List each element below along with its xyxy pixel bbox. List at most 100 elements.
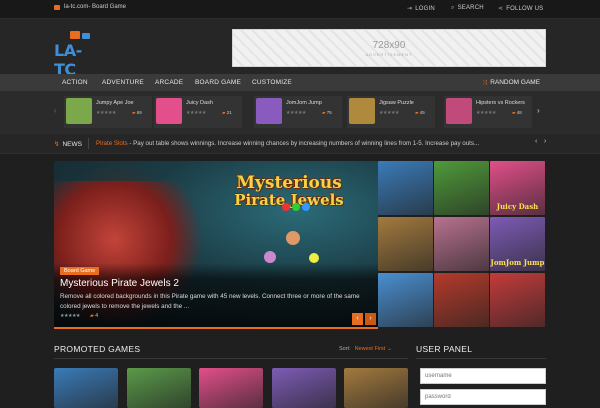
game-name[interactable]: Jigsaw Puzzle	[379, 100, 414, 106]
news-headline[interactable]: Pirate Slots	[96, 140, 128, 147]
promoted-game-tile[interactable]	[127, 368, 191, 408]
follow-label: FOLLOW US	[506, 6, 544, 12]
grid-game-tile[interactable]: Juicy Dash	[490, 161, 545, 215]
grid-game-tile[interactable]	[490, 273, 545, 327]
share-icon: ⋖	[498, 6, 504, 12]
news-label-text: NEWS	[62, 141, 82, 148]
grid-game-tile[interactable]	[434, 273, 489, 327]
grid-game-tile[interactable]	[378, 161, 433, 215]
featured-count-value: 4	[95, 313, 99, 319]
promoted-divider	[54, 358, 408, 359]
rating-stars: ★★★★★	[286, 110, 306, 116]
gem-yellow	[309, 253, 319, 263]
ad-size: 728x90	[372, 40, 406, 51]
shuffle-icon: ⤨	[482, 79, 488, 86]
art-title-line1: Mysterious	[236, 173, 342, 193]
play-count-value: 75	[326, 110, 332, 115]
rating-stars: ★★★★★	[379, 110, 399, 116]
news-prev-icon[interactable]: ‹	[535, 138, 537, 145]
featured-category-tag[interactable]: Board Game	[60, 267, 100, 275]
grid-game-tile[interactable]	[434, 161, 489, 215]
gamepad-icon: ▰	[322, 110, 326, 115]
play-count-value: 45	[419, 110, 425, 115]
game-thumbnail[interactable]	[256, 98, 282, 124]
game-name[interactable]: Juicy Dash	[186, 100, 213, 106]
gamepad-icon: ▰	[415, 110, 419, 115]
featured-play-count: ▰ 4	[90, 313, 98, 319]
game-name[interactable]: Jumpy Ape Joe	[96, 100, 134, 106]
slider-next-button[interactable]: ›	[365, 313, 376, 325]
game-thumbnail[interactable]	[66, 98, 92, 124]
grid-game-tile[interactable]	[378, 217, 433, 271]
chevron-down-icon[interactable]: ⌄	[387, 346, 392, 352]
search-icon: ⌕	[451, 5, 455, 11]
gamepad-icon: ▰	[132, 110, 136, 115]
carousel-game-card[interactable]: JomJom Jump ★★★★★ ▰ 75	[254, 96, 342, 128]
gem-green	[292, 203, 300, 211]
username-input[interactable]	[420, 368, 546, 384]
news-label: ↯ NEWS	[54, 140, 82, 148]
nav-item-arcade[interactable]: ARCADE	[155, 79, 183, 86]
game-name[interactable]: JomJom Jump	[286, 100, 322, 106]
follow-link[interactable]: ⋖ FOLLOW US	[498, 5, 543, 12]
ad-banner[interactable]: 728x90 ADVERTISEMENT	[232, 29, 546, 67]
carousel-game-card[interactable]: Jigsaw Puzzle ★★★★★ ▰ 45	[347, 96, 435, 128]
rating-stars: ★★★★★	[186, 110, 206, 116]
slider-progress-bar	[54, 327, 378, 329]
gamepad-icon: ▰	[512, 110, 516, 115]
promoted-game-tile[interactable]	[54, 368, 118, 408]
play-count: ▰ 75	[322, 110, 332, 116]
featured-title[interactable]: Mysterious Pirate Jewels 2	[60, 278, 179, 289]
search-label: SEARCH	[457, 5, 484, 11]
news-ticker-bar: ↯ NEWS Pirate Slots - Pay out table shows…	[0, 133, 600, 154]
game-thumbnail[interactable]	[446, 98, 472, 124]
bolt-icon: ↯	[54, 141, 60, 148]
gamepad-icon: ▰	[222, 110, 226, 115]
game-thumbnail[interactable]	[156, 98, 182, 124]
password-input[interactable]	[420, 389, 546, 405]
gamepad-icon	[54, 5, 60, 10]
user-panel-divider	[416, 358, 546, 359]
grid-game-tile[interactable]	[434, 217, 489, 271]
gamepad-icon: ▰	[90, 313, 94, 319]
carousel-prev-icon[interactable]: ‹	[54, 106, 57, 115]
grid-game-tile[interactable]: JomJom Jump	[490, 217, 545, 271]
news-ticker[interactable]: Pirate Slots - Pay out table shows winni…	[96, 140, 521, 147]
carousel-game-card[interactable]: Hipsters vs Rockers ★★★★★ ▰ 48	[444, 96, 532, 128]
play-count-value: 21	[226, 110, 232, 115]
rating-stars: ★★★★★	[476, 110, 496, 116]
search-link[interactable]: ⌕ SEARCH	[451, 5, 484, 12]
site-label[interactable]: la-tc.com- Board Game	[64, 4, 126, 10]
site-logo[interactable]: LA-TC	[54, 29, 100, 79]
carousel-game-card[interactable]: Jumpy Ape Joe ★★★★★ ▰ 69	[64, 96, 152, 128]
game-thumbnail[interactable]	[349, 98, 375, 124]
nav-item-adventure[interactable]: ADVENTURE	[102, 79, 144, 86]
promoted-game-tile[interactable]	[199, 368, 263, 408]
news-next-icon[interactable]: ›	[544, 138, 546, 145]
sort-value[interactable]: Newest First	[355, 346, 386, 352]
promoted-game-tile[interactable]	[344, 368, 408, 408]
carousel-next-icon[interactable]: ›	[537, 106, 540, 115]
top-bar: la-tc.com- Board Game ⇥ LOGIN ⌕ SEARCH ⋖ FO…	[0, 0, 600, 19]
promoted-game-tile[interactable]	[272, 368, 336, 408]
ad-sub: ADVERTISEMENT	[365, 52, 413, 57]
promoted-games-heading: PROMOTED GAMES	[54, 344, 141, 354]
carousel-game-card[interactable]: Juicy Dash ★★★★★ ▰ 21	[154, 96, 242, 128]
play-count: ▰ 45	[415, 110, 425, 116]
login-link[interactable]: ⇥ LOGIN	[407, 5, 435, 12]
grid-game-tile[interactable]	[378, 273, 433, 327]
nav-item-action[interactable]: ACTION	[62, 79, 88, 86]
nav-item-board-game[interactable]: BOARD GAME	[195, 79, 241, 86]
featured-rating-stars: ★★★★★	[60, 313, 80, 319]
game-name[interactable]: Hipsters vs Rockers	[476, 100, 525, 106]
slider-prev-button[interactable]: ‹	[352, 313, 363, 325]
nav-item-customize[interactable]: CUSTOMIZE	[252, 79, 292, 86]
featured-slide[interactable]: Mysterious Pirate Jewels Board Game Myst…	[54, 161, 378, 327]
play-count: ▰ 69	[132, 110, 142, 116]
random-game-button[interactable]: ⤨ RANDOM GAME	[482, 79, 540, 87]
login-icon: ⇥	[407, 6, 413, 12]
rating-stars: ★★★★★	[96, 110, 116, 116]
sort-control[interactable]: Sort: Newest First ⌄	[339, 346, 392, 352]
news-text: - Pay out table shows winnings. Increase…	[127, 140, 480, 147]
play-count-value: 69	[136, 110, 142, 115]
